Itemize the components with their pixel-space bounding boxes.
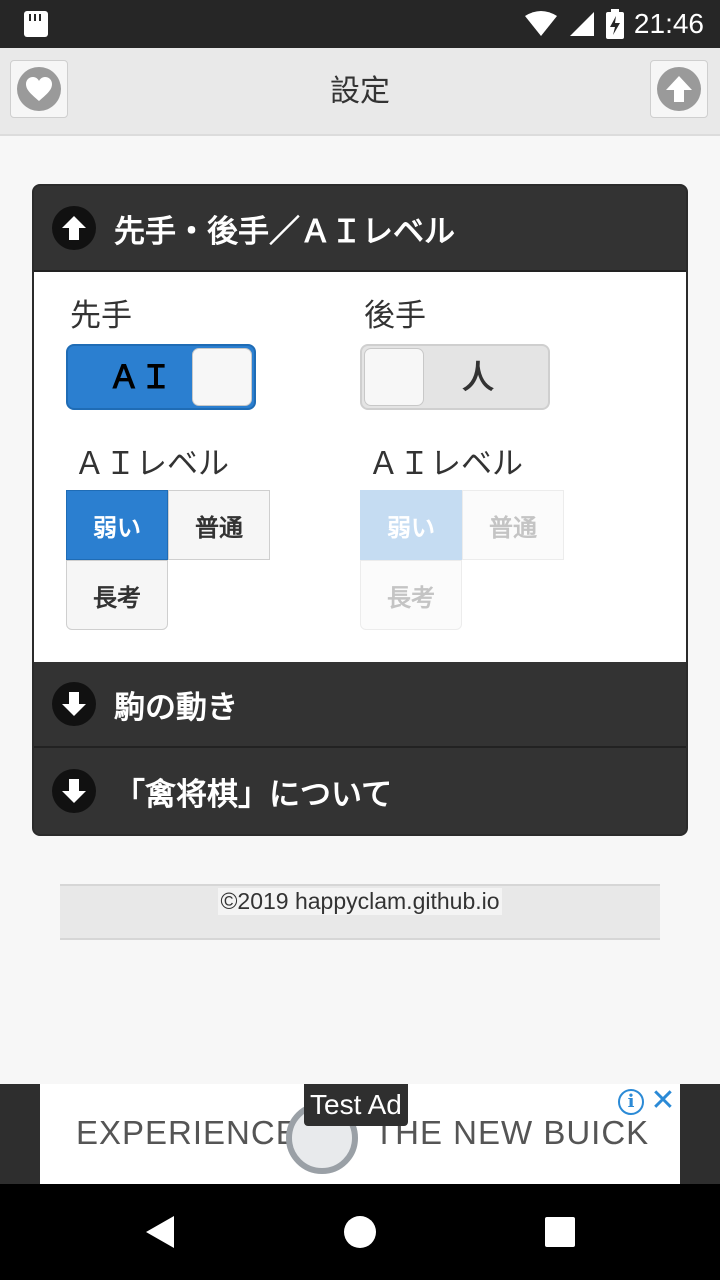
second-level-long-button[interactable]: 長考 [360, 560, 462, 630]
ad-right-text: THE NEW BUICK [374, 1114, 650, 1151]
arrow-up-icon [666, 76, 692, 102]
wifi-icon [524, 11, 557, 36]
status-time: 21:46 [633, 8, 704, 39]
second-player-toggle[interactable]: 人 [360, 344, 550, 410]
second-player-level-label: ＡＩレベル [368, 446, 523, 482]
signal-icon [569, 12, 594, 36]
section-title: 先手・後手／ＡＩレベル [114, 213, 455, 250]
toggle-knob [364, 348, 424, 406]
system-nav-bar [0, 1184, 720, 1280]
recents-icon[interactable] [544, 1216, 576, 1248]
ad-left-text: EXPERIENCE [76, 1114, 299, 1151]
settings-accordion: 先手・後手／ＡＩレベル 先手 ＡＩ ＡＩレベル 弱い 普通 長考 後手 人 ＡＩ… [32, 184, 688, 836]
first-level-long-button[interactable]: 長考 [66, 560, 168, 630]
second-player-toggle-label: 人 [462, 358, 495, 396]
section-body-player-ai-level: 先手 ＡＩ ＡＩレベル 弱い 普通 長考 後手 人 ＡＩレベル 弱い 普通 長考 [34, 272, 686, 662]
toggle-knob [192, 348, 252, 406]
section-header-player-ai-level[interactable]: 先手・後手／ＡＩレベル [34, 186, 686, 272]
battery-charging-icon [605, 9, 624, 39]
first-player-level-label: ＡＩレベル [74, 446, 229, 482]
home-icon[interactable] [342, 1214, 378, 1250]
second-level-weak-button[interactable]: 弱い [360, 490, 462, 560]
test-ad-label: Test Ad [304, 1084, 408, 1126]
expand-arrow-down-icon [52, 682, 96, 726]
app-header: 設定 [0, 48, 720, 136]
credit-text: ©2019 happyclam.github.io [218, 888, 502, 915]
first-level-normal-button[interactable]: 普通 [168, 490, 270, 560]
second-player-label: 後手 [364, 298, 426, 334]
first-level-weak-button[interactable]: 弱い [66, 490, 168, 560]
ad-content[interactable]: EXPERIENCE THE NEW BUICK Test Ad i ✕ [40, 1084, 680, 1184]
ad-banner[interactable]: EXPERIENCE THE NEW BUICK Test Ad i ✕ [0, 1084, 720, 1184]
page-title: 設定 [330, 74, 390, 109]
scroll-top-button[interactable] [650, 60, 708, 118]
section-title: 「禽将棋」について [114, 776, 393, 813]
ad-info-icon[interactable]: i [618, 1089, 644, 1115]
status-icons: 21:46 [524, 0, 704, 48]
section-header-piece-moves[interactable]: 駒の動き [34, 662, 686, 748]
sd-card-icon [24, 11, 48, 37]
first-player-label: 先手 [70, 298, 132, 334]
status-bar: 21:46 [0, 0, 720, 48]
first-player-toggle-label: ＡＩ [108, 358, 173, 396]
back-icon[interactable] [142, 1214, 178, 1250]
expand-arrow-down-icon [52, 769, 96, 813]
collapse-arrow-up-icon [52, 206, 96, 250]
first-player-toggle[interactable]: ＡＩ [66, 344, 256, 410]
footer-credit: ©2019 happyclam.github.io [60, 884, 660, 940]
second-level-normal-button[interactable]: 普通 [462, 490, 564, 560]
ad-close-icon[interactable]: ✕ [650, 1084, 676, 1118]
section-title: 駒の動き [114, 689, 238, 726]
section-header-about[interactable]: 「禽将棋」について [34, 748, 686, 834]
